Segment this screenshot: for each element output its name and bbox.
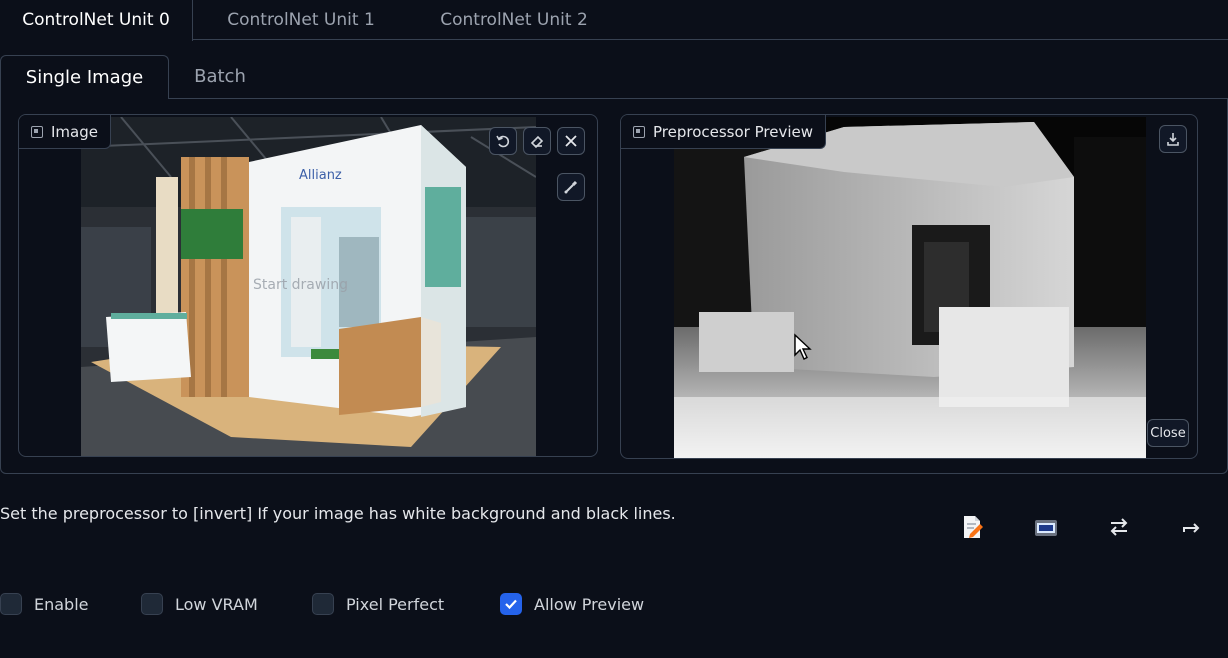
tab-single-image[interactable]: Single Image: [0, 55, 169, 99]
mouse-cursor-icon: [794, 333, 812, 360]
enable-checkbox-row[interactable]: Enable: [0, 591, 89, 617]
low-vram-checkbox-row[interactable]: Low VRAM: [141, 591, 258, 617]
swap-icon[interactable]: [1104, 512, 1134, 542]
image-label: Image: [19, 115, 111, 149]
preprocessor-hint-text: Set the preprocessor to [invert] If your…: [0, 504, 676, 523]
tab-controlnet-unit-2[interactable]: ControlNet Unit 2: [418, 0, 610, 40]
image-input-box[interactable]: Image Allianz Start drawing: [18, 114, 598, 457]
input-mode-tabs: Single Image Batch: [0, 55, 1228, 99]
low-vram-label: Low VRAM: [175, 594, 258, 614]
close-preview-button[interactable]: Close: [1147, 419, 1189, 447]
enable-label: Enable: [34, 594, 89, 614]
image-label-text: Image: [51, 122, 98, 141]
preprocessor-preview-box: Preprocessor Preview Close: [620, 114, 1198, 459]
booth-sign-text: Allianz: [299, 168, 342, 183]
camera-icon[interactable]: [1031, 512, 1061, 542]
allow-preview-checkbox[interactable]: [500, 593, 522, 615]
tab-batch[interactable]: Batch: [180, 55, 260, 99]
send-icon[interactable]: [1177, 512, 1207, 542]
preprocessor-preview-label-text: Preprocessor Preview: [653, 122, 813, 141]
undo-icon[interactable]: [489, 127, 517, 155]
pixel-perfect-label: Pixel Perfect: [346, 594, 445, 614]
preprocessor-preview-label: Preprocessor Preview: [621, 115, 826, 149]
booth-photo[interactable]: Allianz Start drawing: [81, 117, 536, 457]
allow-preview-label: Allow Preview: [534, 594, 645, 614]
start-drawing-overlay: Start drawing: [253, 277, 348, 293]
pixel-perfect-checkbox-row[interactable]: Pixel Perfect: [312, 591, 444, 617]
enable-checkbox[interactable]: [0, 593, 22, 615]
checkmark-icon: [505, 599, 517, 610]
tab-controlnet-unit-1[interactable]: ControlNet Unit 1: [205, 0, 397, 40]
low-vram-checkbox[interactable]: [141, 593, 163, 615]
download-icon[interactable]: [1159, 125, 1187, 153]
depth-map-image: [674, 117, 1146, 458]
allow-preview-checkbox-row[interactable]: Allow Preview: [500, 591, 644, 617]
document-edit-icon[interactable]: [957, 512, 987, 542]
eraser-icon[interactable]: [523, 127, 551, 155]
brush-icon[interactable]: [557, 173, 585, 201]
controlnet-unit-tabs: ControlNet Unit 0 ControlNet Unit 1 Cont…: [0, 0, 1228, 41]
pixel-perfect-checkbox[interactable]: [312, 593, 334, 615]
close-icon[interactable]: [557, 127, 585, 155]
tab-controlnet-unit-0[interactable]: ControlNet Unit 0: [0, 0, 193, 41]
image-icon: [633, 125, 645, 138]
image-icon: [31, 125, 43, 138]
